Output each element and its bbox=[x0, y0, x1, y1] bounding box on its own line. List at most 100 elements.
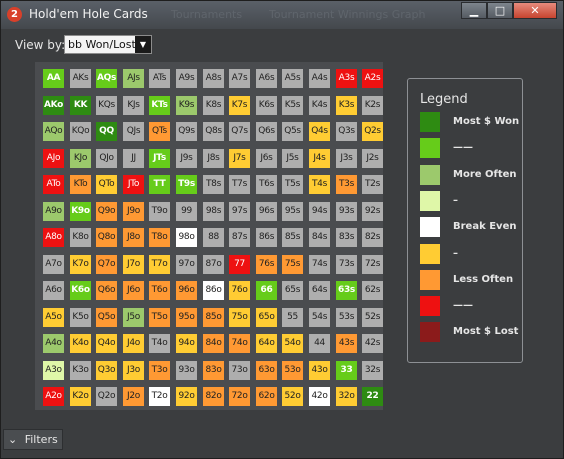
hand-cell[interactable]: 33 bbox=[336, 361, 357, 380]
hand-cell[interactable]: Q2s bbox=[362, 122, 383, 141]
hand-cell[interactable]: ATs bbox=[149, 69, 170, 88]
hand-cell[interactable]: 55 bbox=[282, 308, 303, 327]
hand-cell[interactable]: Q8o bbox=[96, 228, 117, 247]
hand-cell[interactable]: J4s bbox=[309, 149, 330, 168]
hand-cell[interactable]: QQ bbox=[96, 122, 117, 141]
hand-cell[interactable]: 96o bbox=[176, 281, 197, 300]
hand-cell[interactable]: QJs bbox=[123, 122, 144, 141]
hand-cell[interactable]: KQo bbox=[70, 122, 91, 141]
hand-cell[interactable]: J5s bbox=[282, 149, 303, 168]
hand-cell[interactable]: A4s bbox=[309, 69, 330, 88]
hand-cell[interactable]: Q8s bbox=[203, 122, 224, 141]
hand-cell[interactable]: A7s bbox=[229, 69, 250, 88]
hand-cell[interactable]: 93s bbox=[336, 202, 357, 221]
hand-cell[interactable]: A3o bbox=[43, 361, 64, 380]
hand-cell[interactable]: K3o bbox=[70, 361, 91, 380]
hand-cell[interactable]: 93o bbox=[176, 361, 197, 380]
hand-cell[interactable]: J2o bbox=[123, 387, 144, 406]
hand-cell[interactable]: Q9s bbox=[176, 122, 197, 141]
hand-cell[interactable]: K5s bbox=[282, 96, 303, 115]
hand-cell[interactable]: J2s bbox=[362, 149, 383, 168]
hand-cell[interactable]: AKo bbox=[43, 96, 64, 115]
hand-cell[interactable]: Q7o bbox=[96, 255, 117, 274]
hand-cell[interactable]: Q6o bbox=[96, 281, 117, 300]
hand-cell[interactable]: 74s bbox=[309, 255, 330, 274]
hand-cell[interactable]: T6s bbox=[256, 175, 277, 194]
hand-cell[interactable]: K6s bbox=[256, 96, 277, 115]
hand-cell[interactable]: T9o bbox=[149, 202, 170, 221]
title-bar[interactable]: 2 Hold'em Hole Cards Tournaments Tournam… bbox=[1, 1, 563, 29]
hand-cell[interactable]: KTo bbox=[70, 175, 91, 194]
hand-cell[interactable]: J7o bbox=[123, 255, 144, 274]
hand-cell[interactable]: 54s bbox=[309, 308, 330, 327]
hand-cell[interactable]: T7o bbox=[149, 255, 170, 274]
hand-cell[interactable]: 52o bbox=[282, 387, 303, 406]
hand-cell[interactable]: 76s bbox=[256, 255, 277, 274]
hand-cell[interactable]: T6o bbox=[149, 281, 170, 300]
hand-cell[interactable]: K4o bbox=[70, 334, 91, 353]
hand-cell[interactable]: 77 bbox=[229, 255, 250, 274]
hand-cell[interactable]: J6s bbox=[256, 149, 277, 168]
hand-cell[interactable]: T9s bbox=[176, 175, 197, 194]
hand-cell[interactable]: 98o bbox=[176, 228, 197, 247]
hand-cell[interactable]: 97s bbox=[229, 202, 250, 221]
view-by-select[interactable]: bb Won/Lost ▼ bbox=[64, 35, 152, 54]
hand-cell[interactable]: 65o bbox=[256, 308, 277, 327]
hand-cell[interactable]: JTs bbox=[149, 149, 170, 168]
hand-cell[interactable]: K9s bbox=[176, 96, 197, 115]
hand-cell[interactable]: 65s bbox=[282, 281, 303, 300]
hand-cell[interactable]: AJs bbox=[123, 69, 144, 88]
hand-cell[interactable]: AJo bbox=[43, 149, 64, 168]
hand-cell[interactable]: AQo bbox=[43, 122, 64, 141]
hand-cell[interactable]: 83o bbox=[203, 361, 224, 380]
hand-cell[interactable]: A9s bbox=[176, 69, 197, 88]
hand-cell[interactable]: J9s bbox=[176, 149, 197, 168]
hand-cell[interactable]: ATo bbox=[43, 175, 64, 194]
hand-cell[interactable]: T8s bbox=[203, 175, 224, 194]
hand-cell[interactable]: Q5o bbox=[96, 308, 117, 327]
hand-cell[interactable]: 92o bbox=[176, 387, 197, 406]
hand-cell[interactable]: 62o bbox=[256, 387, 277, 406]
hand-cell[interactable]: 98s bbox=[203, 202, 224, 221]
hand-cell[interactable]: J3o bbox=[123, 361, 144, 380]
hand-cell[interactable]: 85s bbox=[282, 228, 303, 247]
hand-cell[interactable]: T2o bbox=[149, 387, 170, 406]
hand-cell[interactable]: K6o bbox=[70, 281, 91, 300]
hand-cell[interactable]: 63s bbox=[336, 281, 357, 300]
hand-cell[interactable]: 43o bbox=[309, 361, 330, 380]
hand-cell[interactable]: T3o bbox=[149, 361, 170, 380]
hand-cell[interactable]: T7s bbox=[229, 175, 250, 194]
hand-cell[interactable]: Q4o bbox=[96, 334, 117, 353]
hand-cell[interactable]: 86s bbox=[256, 228, 277, 247]
hand-cell[interactable]: TT bbox=[149, 175, 170, 194]
hand-cell[interactable]: K2o bbox=[70, 387, 91, 406]
hand-cell[interactable]: 43s bbox=[336, 334, 357, 353]
hand-cell[interactable]: Q6s bbox=[256, 122, 277, 141]
hand-cell[interactable]: A3s bbox=[336, 69, 357, 88]
hand-cell[interactable]: 82s bbox=[362, 228, 383, 247]
hand-cell[interactable]: 63o bbox=[256, 361, 277, 380]
hand-cell[interactable]: AQs bbox=[96, 69, 117, 88]
hand-cell[interactable]: K8o bbox=[70, 228, 91, 247]
hand-cell[interactable]: A6o bbox=[43, 281, 64, 300]
hand-cell[interactable]: 82o bbox=[203, 387, 224, 406]
hand-cell[interactable]: 87s bbox=[229, 228, 250, 247]
hand-cell[interactable]: T5o bbox=[149, 308, 170, 327]
hand-cell[interactable]: T8o bbox=[149, 228, 170, 247]
hand-cell[interactable]: 94o bbox=[176, 334, 197, 353]
hand-cell[interactable]: 32o bbox=[336, 387, 357, 406]
hand-cell[interactable]: 94s bbox=[309, 202, 330, 221]
hand-cell[interactable]: 73s bbox=[336, 255, 357, 274]
hand-cell[interactable]: J6o bbox=[123, 281, 144, 300]
hand-cell[interactable]: 62s bbox=[362, 281, 383, 300]
hand-cell[interactable]: 74o bbox=[229, 334, 250, 353]
hand-cell[interactable]: J8o bbox=[123, 228, 144, 247]
hand-cell[interactable]: 97o bbox=[176, 255, 197, 274]
hand-cell[interactable]: 73o bbox=[229, 361, 250, 380]
hand-cell[interactable]: AKs bbox=[70, 69, 91, 88]
hand-cell[interactable]: T4s bbox=[309, 175, 330, 194]
maximize-button[interactable]: □ bbox=[487, 2, 513, 19]
hand-cell[interactable]: 44 bbox=[309, 334, 330, 353]
hand-cell[interactable]: T3s bbox=[336, 175, 357, 194]
hand-cell[interactable]: 32s bbox=[362, 361, 383, 380]
